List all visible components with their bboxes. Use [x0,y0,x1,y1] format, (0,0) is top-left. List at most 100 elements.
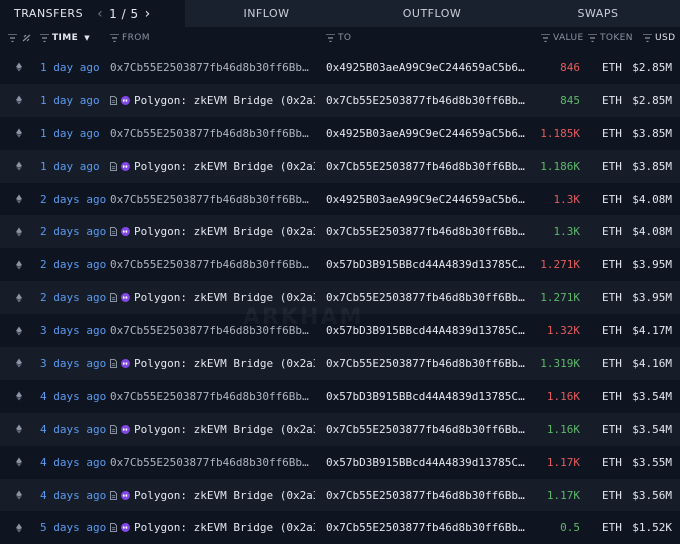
to-address[interactable]: 0x7Cb55E2503877fb46d8b30ff6Bb4735... [326,423,529,436]
time-column-header[interactable]: TIME ▼ [40,27,90,49]
chain-filter[interactable] [8,27,17,49]
table-row[interactable]: 2 days ago Polygon: zkEVM Bridge (0x2a3)… [0,215,680,249]
to-address[interactable]: 0x7Cb55E2503877fb46d8b30ff6Bb4735... [326,94,529,107]
token-cell[interactable]: ETH [602,215,622,248]
from-address[interactable]: 0x7Cb55E2503877fb46d8b30ff6Bb4735... [110,456,315,469]
time-link[interactable]: 2 days ago [40,215,106,248]
tab-transfers[interactable]: TRANSFERS ‹ 1 / 5 › [0,0,185,27]
from-column-header[interactable]: FROM [110,27,150,49]
table-row[interactable]: 5 days ago Polygon: zkEVM Bridge (0x2a3)… [0,511,680,544]
time-link[interactable]: 3 days ago [40,347,106,380]
from-address[interactable]: 0x7Cb55E2503877fb46d8b30ff6Bb4735... [110,390,315,403]
time-link[interactable]: 2 days ago [40,281,106,314]
filter-icon[interactable] [40,34,49,42]
from-entity[interactable]: Polygon: zkEVM Bridge (0x2a3) [110,94,315,107]
table-row[interactable]: 2 days ago Polygon: zkEVM Bridge (0x2a3)… [0,281,680,315]
table-row[interactable]: 2 days ago 0x7Cb55E2503877fb46d8b30ff6Bb… [0,183,680,216]
table-row[interactable]: 1 day ago Polygon: zkEVM Bridge (0x2a3) … [0,149,680,183]
from-address[interactable]: 0x7Cb55E2503877fb46d8b30ff6Bb4735... [110,324,315,337]
from-address[interactable]: 0x7Cb55E2503877fb46d8b30ff6Bb4735... [110,127,315,140]
to-column-header[interactable]: TO [326,27,351,49]
usd-column-label: USD [655,33,676,43]
table-row[interactable]: 4 days ago 0x7Cb55E2503877fb46d8b30ff6Bb… [0,446,680,479]
token-cell[interactable]: ETH [602,117,622,150]
usd-column-header[interactable]: USD [643,27,675,49]
filter-icon[interactable] [643,34,652,42]
table-row[interactable]: 1 day ago 0x7Cb55E2503877fb46d8b30ff6Bb4… [0,51,680,84]
from-entity-name: Polygon: zkEVM Bridge (0x2a3) [134,422,315,436]
from-address[interactable]: 0x7Cb55E2503877fb46d8b30ff6Bb4735... [110,258,315,271]
time-link[interactable]: 2 days ago [40,248,106,281]
tab-swaps[interactable]: SWAPS [516,0,680,27]
link-column[interactable] [22,27,31,49]
time-link[interactable]: 4 days ago [40,413,106,446]
token-cell[interactable]: ETH [602,446,622,479]
token-cell[interactable]: ETH [602,314,622,347]
to-address[interactable]: 0x57bD3B915BBcd44A4839d13785Ca629... [326,456,529,469]
value-column-header[interactable]: VALUE [541,27,584,49]
token-cell[interactable]: ETH [602,51,622,84]
from-entity[interactable]: Polygon: zkEVM Bridge (0x2a3) [110,423,315,436]
time-link[interactable]: 4 days ago [40,380,106,413]
table-row[interactable]: 3 days ago 0x7Cb55E2503877fb46d8b30ff6Bb… [0,314,680,347]
time-link[interactable]: 3 days ago [40,314,106,347]
to-address[interactable]: 0x57bD3B915BBcd44A4839d13785Ca629... [326,390,529,403]
sort-desc-icon[interactable]: ▼ [84,34,90,42]
from-entity[interactable]: Polygon: zkEVM Bridge (0x2a3) [110,160,315,173]
token-cell[interactable]: ETH [602,150,622,183]
chevron-right-icon[interactable]: › [145,6,151,22]
to-address[interactable]: 0x7Cb55E2503877fb46d8b30ff6Bb4735... [326,225,529,238]
table-row[interactable]: 3 days ago Polygon: zkEVM Bridge (0x2a3)… [0,347,680,380]
tab-inflow[interactable]: INFLOW [185,0,348,27]
token-cell[interactable]: ETH [602,380,622,413]
token-column-header[interactable]: TOKEN [588,27,633,49]
from-address[interactable]: 0x7Cb55E2503877fb46d8b30ff6Bb4735... [110,61,315,74]
time-link[interactable]: 4 days ago [40,446,106,479]
table-row[interactable]: 4 days ago Polygon: zkEVM Bridge (0x2a3)… [0,478,680,512]
from-address[interactable]: 0x7Cb55E2503877fb46d8b30ff6Bb4735... [110,193,315,206]
tab-outflow[interactable]: OUTFLOW [348,0,516,27]
table-row[interactable]: 2 days ago 0x7Cb55E2503877fb46d8b30ff6Bb… [0,248,680,281]
to-address[interactable]: 0x4925B03aeA99C9eC244659aC5b6B9E8... [326,61,529,74]
time-link[interactable]: 5 days ago [40,511,106,544]
to-address[interactable]: 0x57bD3B915BBcd44A4839d13785Ca629... [326,258,529,271]
token-cell[interactable]: ETH [602,84,622,117]
from-entity[interactable]: Polygon: zkEVM Bridge (0x2a3) [110,521,315,534]
to-address[interactable]: 0x7Cb55E2503877fb46d8b30ff6Bb4735... [326,521,529,534]
to-address[interactable]: 0x57bD3B915BBcd44A4839d13785Ca629... [326,324,529,337]
time-link[interactable]: 4 days ago [40,479,106,512]
token-cell[interactable]: ETH [602,413,622,446]
to-address[interactable]: 0x7Cb55E2503877fb46d8b30ff6Bb4735... [326,489,529,502]
to-address[interactable]: 0x7Cb55E2503877fb46d8b30ff6Bb4735... [326,291,529,304]
token-cell[interactable]: ETH [602,183,622,216]
filter-icon[interactable] [8,34,17,42]
to-address[interactable]: 0x4925B03aeA99C9eC244659aC5b6B9E8... [326,193,529,206]
chevron-left-icon[interactable]: ‹ [97,6,103,22]
token-cell[interactable]: ETH [602,248,622,281]
from-entity[interactable]: Polygon: zkEVM Bridge (0x2a3) [110,357,315,370]
to-address[interactable]: 0x4925B03aeA99C9eC244659aC5b6B9E8... [326,127,529,140]
to-address[interactable]: 0x7Cb55E2503877fb46d8b30ff6Bb4735... [326,357,529,370]
token-cell[interactable]: ETH [602,281,622,314]
filter-icon[interactable] [541,34,550,42]
token-cell[interactable]: ETH [602,479,622,512]
table-row[interactable]: 1 day ago Polygon: zkEVM Bridge (0x2a3) … [0,83,680,117]
filter-icon[interactable] [588,34,597,42]
token-cell[interactable]: ETH [602,347,622,380]
time-link[interactable]: 1 day ago [40,117,100,150]
table-row[interactable]: 1 day ago 0x7Cb55E2503877fb46d8b30ff6Bb4… [0,117,680,150]
time-link[interactable]: 2 days ago [40,183,106,216]
filter-icon[interactable] [110,34,119,42]
from-entity[interactable]: Polygon: zkEVM Bridge (0x2a3) [110,291,315,304]
from-entity[interactable]: Polygon: zkEVM Bridge (0x2a3) [110,225,315,238]
time-link[interactable]: 1 day ago [40,51,100,84]
filter-icon[interactable] [326,34,335,42]
table-row[interactable]: 4 days ago 0x7Cb55E2503877fb46d8b30ff6Bb… [0,380,680,413]
token-cell[interactable]: ETH [602,511,622,544]
value-cell: 1.16K [546,422,580,436]
time-link[interactable]: 1 day ago [40,150,100,183]
table-row[interactable]: 4 days ago Polygon: zkEVM Bridge (0x2a3)… [0,412,680,446]
from-entity[interactable]: Polygon: zkEVM Bridge (0x2a3) [110,489,315,502]
to-address[interactable]: 0x7Cb55E2503877fb46d8b30ff6Bb4735... [326,160,529,173]
time-link[interactable]: 1 day ago [40,84,100,117]
